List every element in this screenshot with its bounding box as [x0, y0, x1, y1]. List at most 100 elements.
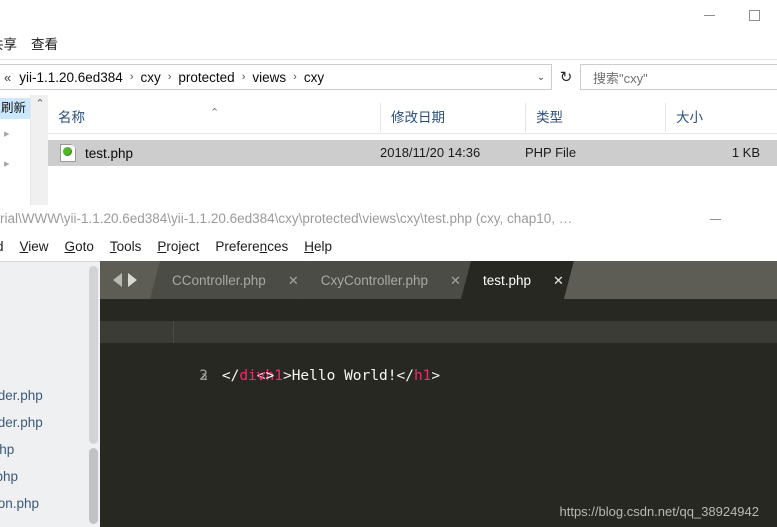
- breadcrumb-item-1[interactable]: cxy: [137, 70, 163, 85]
- file-list-column-headers: 名称 ⌃ 修改日期 类型 大小: [48, 103, 777, 134]
- nav-expand-icon[interactable]: ▸: [4, 127, 10, 140]
- background-file-list-panel: vider.php vider.php .php r.php sion.php: [0, 261, 100, 527]
- sort-ascending-icon: ⌃: [210, 107, 220, 119]
- code-token: >: [265, 368, 275, 384]
- breadcrumb-item-2[interactable]: protected: [175, 70, 237, 85]
- chevron-right-icon[interactable]: ›: [164, 71, 176, 83]
- search-placeholder: 搜索"cxy": [593, 70, 648, 86]
- file-size-cell: 1 KB: [731, 145, 760, 160]
- scrollbar-thumb[interactable]: [89, 266, 98, 444]
- code-token: >: [282, 368, 292, 384]
- menu-item-help[interactable]: Help: [296, 233, 340, 261]
- editor-minimize-button[interactable]: [695, 205, 735, 233]
- tab-label: CxyController.php: [320, 272, 429, 288]
- scrollbar-thumb-lower[interactable]: [89, 448, 98, 524]
- tab-next-icon[interactable]: [128, 273, 137, 287]
- editor-title-bar: rial\WWW\yii-1.1.20.6ed384\yii-1.1.20.6e…: [0, 205, 777, 233]
- background-list-scrollbar[interactable]: [89, 266, 98, 524]
- code-editor[interactable]: 1<div> 2 <h1>Hello World!</h1> 3</div> h…: [100, 299, 777, 527]
- background-file-list: vider.php vider.php .php r.php sion.php: [0, 382, 88, 517]
- line-number: 3: [199, 368, 208, 384]
- code-token: h1: [413, 368, 432, 384]
- file-list: 名称 ⌃ 修改日期 类型 大小 test.php 2018/11/20 14:3…: [48, 95, 777, 205]
- file-type-cell: PHP File: [525, 145, 577, 160]
- scroll-up-icon[interactable]: ⌃: [31, 95, 49, 113]
- column-header-size[interactable]: 大小: [665, 103, 777, 132]
- explorer-minimize-button[interactable]: [687, 0, 732, 30]
- list-item[interactable]: r.php: [0, 463, 88, 490]
- editor-panel: CController.php ✕ CxyController.php ✕ te…: [100, 261, 777, 527]
- ribbon-tab-share[interactable]: 共享: [0, 30, 31, 60]
- file-explorer-window: 共享 查看 « yii-1.1.20.6ed384 › cxy › protec…: [0, 0, 777, 205]
- menu-item-tools[interactable]: Tools: [102, 233, 150, 261]
- close-icon[interactable]: ✕: [450, 274, 461, 287]
- code-line-content: </div>: [222, 365, 274, 387]
- file-modified-cell: 2018/11/20 14:36: [380, 145, 481, 160]
- nav-expand-icon[interactable]: ▸: [4, 157, 10, 170]
- ribbon-divider: [0, 59, 777, 60]
- sublime-text-window: rial\WWW\yii-1.1.20.6ed384\yii-1.1.20.6e…: [0, 205, 777, 527]
- editor-window-title: rial\WWW\yii-1.1.20.6ed384\yii-1.1.20.6e…: [0, 211, 573, 226]
- table-row[interactable]: test.php 2018/11/20 14:36 PHP File 1 KB: [48, 140, 777, 166]
- ribbon-tab-view[interactable]: 查看: [31, 30, 72, 60]
- code-token: >: [431, 368, 441, 384]
- menu-item-goto[interactable]: Goto: [57, 233, 102, 261]
- file-name-cell: test.php: [85, 145, 134, 161]
- menu-item-project[interactable]: Project: [149, 233, 207, 261]
- search-input[interactable]: 搜索"cxy": [580, 64, 777, 90]
- column-header-type[interactable]: 类型: [525, 103, 665, 132]
- code-line-2: 2 <h1>Hello World!</h1>: [100, 321, 777, 384]
- code-token: div: [239, 368, 266, 384]
- watermark: https://blog.csdn.net/qq_38924942: [559, 504, 760, 519]
- tab-label: test.php: [482, 272, 531, 288]
- breadcrumb-item-0[interactable]: yii-1.1.20.6ed384: [16, 70, 126, 85]
- tab-ccontroller[interactable]: CController.php ✕: [150, 261, 309, 299]
- indent-guide: [173, 321, 174, 343]
- maximize-icon: [749, 9, 760, 21]
- editor-tab-bar: CController.php ✕ CxyController.php ✕ te…: [100, 261, 777, 299]
- explorer-vertical-scrollbar[interactable]: ⌃: [30, 95, 49, 205]
- chevron-right-icon[interactable]: ›: [289, 71, 301, 83]
- column-header-name-label: 名称: [58, 110, 85, 125]
- breadcrumb: yii-1.1.20.6ed384 › cxy › protected › vi…: [16, 70, 531, 85]
- nav-pane-selected-item[interactable]: 刷新: [0, 98, 30, 119]
- close-icon[interactable]: ✕: [553, 274, 564, 287]
- code-line-3: 3 </div>: [100, 343, 777, 384]
- menu-item-preferences[interactable]: Preferences: [207, 233, 296, 261]
- overflow-chevron-icon[interactable]: «: [2, 70, 16, 85]
- explorer-ribbon-tabs: 共享 查看: [0, 30, 72, 60]
- code-token: Hello World!: [291, 368, 397, 384]
- chevron-down-icon[interactable]: ⌄: [531, 72, 551, 83]
- column-header-name[interactable]: 名称 ⌃: [48, 103, 380, 132]
- minimize-icon: [704, 14, 715, 16]
- editor-menu-bar: d View Goto Tools Project Preferences He…: [0, 233, 777, 261]
- php-badge-icon: [63, 147, 72, 156]
- tab-cxycontroller[interactable]: CxyController.php ✕: [299, 261, 471, 299]
- explorer-window-controls: [647, 0, 777, 30]
- explorer-maximize-button[interactable]: [732, 0, 777, 30]
- list-item[interactable]: sion.php: [0, 490, 88, 517]
- tab-test-php[interactable]: test.php ✕: [461, 261, 574, 299]
- explorer-address-row: « yii-1.1.20.6ed384 › cxy › protected › …: [0, 64, 777, 90]
- code-token: </: [221, 368, 240, 384]
- minimize-icon: [709, 218, 721, 220]
- column-header-modified[interactable]: 修改日期: [380, 103, 525, 132]
- address-bar[interactable]: « yii-1.1.20.6ed384 › cxy › protected › …: [0, 64, 552, 90]
- navigation-pane-sliver: 刷新 ▸ ▸: [0, 95, 30, 205]
- list-item[interactable]: vider.php: [0, 382, 88, 409]
- chevron-right-icon[interactable]: ›: [238, 71, 250, 83]
- php-file-icon: [60, 144, 76, 162]
- menu-item-file-clipped[interactable]: d: [0, 233, 12, 261]
- tab-prev-icon[interactable]: [113, 273, 122, 287]
- tab-navigation-arrows: [100, 261, 150, 299]
- list-item[interactable]: .php: [0, 436, 88, 463]
- refresh-button[interactable]: ↻: [552, 64, 580, 90]
- menu-item-view[interactable]: View: [12, 233, 57, 261]
- tab-label: CController.php: [172, 272, 266, 288]
- close-icon[interactable]: ✕: [288, 274, 299, 287]
- chevron-right-icon[interactable]: ›: [126, 71, 138, 83]
- code-line-1: 1<div>: [100, 299, 777, 340]
- breadcrumb-item-4[interactable]: cxy: [301, 70, 327, 85]
- breadcrumb-item-3[interactable]: views: [249, 70, 289, 85]
- list-item[interactable]: vider.php: [0, 409, 88, 436]
